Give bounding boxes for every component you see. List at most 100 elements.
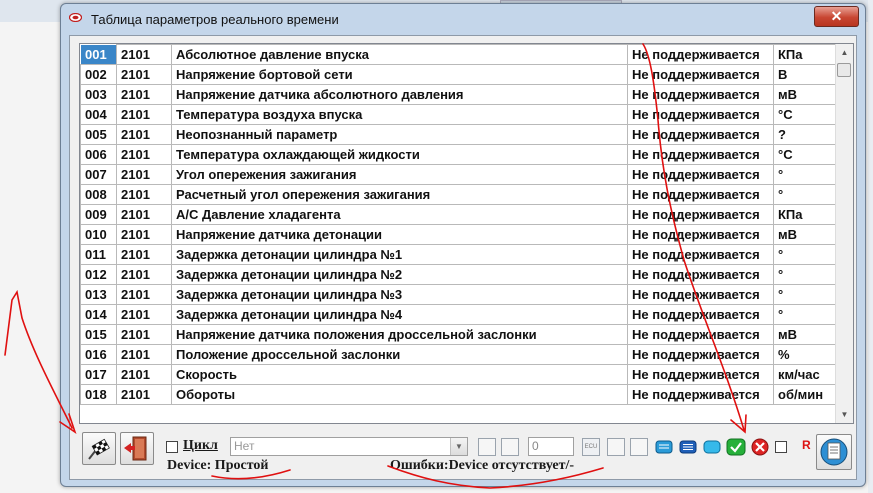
ecu-button[interactable]: ECU <box>582 438 600 456</box>
row-number[interactable]: 009 <box>80 204 117 225</box>
row-unit[interactable]: % <box>773 344 838 365</box>
table-row[interactable]: 006 2101 Температура охлаждающей жидкости Н… <box>80 144 838 165</box>
row-number[interactable]: 018 <box>80 384 117 405</box>
row-value[interactable]: Не поддерживается <box>627 364 774 385</box>
table-row[interactable]: 016 2101 Положение дроссельной заслонки Не … <box>80 344 838 365</box>
row-code[interactable]: 2101 <box>116 64 172 85</box>
row-number[interactable]: 015 <box>80 324 117 345</box>
row-number[interactable]: 010 <box>80 224 117 245</box>
table-row[interactable]: 002 2101 Напряжение бортовой сети Не поддер… <box>80 64 838 85</box>
row-code[interactable]: 2101 <box>116 124 172 145</box>
row-code[interactable]: 2101 <box>116 384 172 405</box>
table-row[interactable]: 004 2101 Температура воздуха впуска Не подд… <box>80 104 838 125</box>
vertical-scrollbar[interactable]: ▲ ▼ <box>835 44 853 423</box>
row-number[interactable]: 011 <box>80 244 117 265</box>
row-number[interactable]: 014 <box>80 304 117 325</box>
row-param-name[interactable]: Неопознанный параметр <box>171 124 628 145</box>
row-number[interactable]: 007 <box>80 164 117 185</box>
row-number[interactable]: 005 <box>80 124 117 145</box>
row-param-name[interactable]: Задержка детонации цилиндра №2 <box>171 264 628 285</box>
row-param-name[interactable]: Задержка детонации цилиндра №1 <box>171 244 628 265</box>
row-unit[interactable]: мВ <box>773 324 838 345</box>
row-param-name[interactable]: Температура охлаждающей жидкости <box>171 144 628 165</box>
run-button[interactable] <box>82 432 116 465</box>
toolbar-button-1[interactable] <box>478 438 496 456</box>
row-value[interactable]: Не поддерживается <box>627 384 774 405</box>
row-code[interactable]: 2101 <box>116 144 172 165</box>
cycle-checkbox[interactable] <box>166 441 178 453</box>
row-number[interactable]: 004 <box>80 104 117 125</box>
row-unit[interactable]: мВ <box>773 84 838 105</box>
row-value[interactable]: Не поддерживается <box>627 304 774 325</box>
row-code[interactable]: 2101 <box>116 164 172 185</box>
row-unit[interactable]: °C <box>773 144 838 165</box>
table-row[interactable]: 009 2101 A/C Давление хладагента Не поддерж… <box>80 204 838 225</box>
row-param-name[interactable]: Задержка детонации цилиндра №4 <box>171 304 628 325</box>
table-row[interactable]: 017 2101 Скорость Не поддерживается км/час <box>80 364 838 385</box>
row-param-name[interactable]: Напряжение датчика положения дроссельной… <box>171 324 628 345</box>
row-param-name[interactable]: Задержка детонации цилиндра №3 <box>171 284 628 305</box>
mode-select[interactable]: Нет ▼ <box>230 437 468 456</box>
row-number[interactable]: 001 <box>80 44 117 65</box>
row-param-name[interactable]: Напряжение датчика абсолютного давления <box>171 84 628 105</box>
row-unit[interactable]: В <box>773 64 838 85</box>
row-unit[interactable]: ° <box>773 244 838 265</box>
toolbar-button-3[interactable] <box>607 438 625 456</box>
help-button[interactable] <box>816 434 852 470</box>
row-value[interactable]: Не поддерживается <box>627 264 774 285</box>
row-number[interactable]: 006 <box>80 144 117 165</box>
exit-button[interactable] <box>120 432 154 465</box>
row-number[interactable]: 003 <box>80 84 117 105</box>
row-code[interactable]: 2101 <box>116 104 172 125</box>
panel-cyan-icon[interactable] <box>702 438 722 456</box>
row-value[interactable]: Не поддерживается <box>627 64 774 85</box>
row-value[interactable]: Не поддерживается <box>627 84 774 105</box>
number-field[interactable]: 0 <box>528 437 574 456</box>
row-code[interactable]: 2101 <box>116 224 172 245</box>
row-number[interactable]: 017 <box>80 364 117 385</box>
row-value[interactable]: Не поддерживается <box>627 204 774 225</box>
row-unit[interactable]: об/мин <box>773 384 838 405</box>
table-row[interactable]: 015 2101 Напряжение датчика положения дрос… <box>80 324 838 345</box>
row-value[interactable]: Не поддерживается <box>627 284 774 305</box>
scroll-thumb[interactable] <box>837 63 851 77</box>
close-button[interactable]: ✕ <box>814 6 859 27</box>
row-param-name[interactable]: Угол опережения зажигания <box>171 164 628 185</box>
row-number[interactable]: 012 <box>80 264 117 285</box>
scroll-down-icon[interactable]: ▼ <box>836 406 853 423</box>
row-value[interactable]: Не поддерживается <box>627 104 774 125</box>
row-code[interactable]: 2101 <box>116 44 172 65</box>
params-grid[interactable]: 001 2101 Абсолютное давление впуска Не подд… <box>79 43 854 424</box>
row-param-name[interactable]: Напряжение бортовой сети <box>171 64 628 85</box>
table-row[interactable]: 014 2101 Задержка детонации цилиндра №4 Не … <box>80 304 838 325</box>
row-value[interactable]: Не поддерживается <box>627 184 774 205</box>
row-unit[interactable]: ° <box>773 164 838 185</box>
row-unit[interactable]: КПа <box>773 204 838 225</box>
table-row[interactable]: 011 2101 Задержка детонации цилиндра №1 Не … <box>80 244 838 265</box>
toolbar-button-2[interactable] <box>501 438 519 456</box>
row-unit[interactable]: км/час <box>773 364 838 385</box>
list-blue-icon[interactable] <box>654 438 674 456</box>
table-row[interactable]: 007 2101 Угол опережения зажигания Не подде… <box>80 164 838 185</box>
row-code[interactable]: 2101 <box>116 204 172 225</box>
row-value[interactable]: Не поддерживается <box>627 344 774 365</box>
row-code[interactable]: 2101 <box>116 344 172 365</box>
row-number[interactable]: 013 <box>80 284 117 305</box>
scroll-up-icon[interactable]: ▲ <box>836 44 853 61</box>
row-param-name[interactable]: Напряжение датчика детонации <box>171 224 628 245</box>
row-number[interactable]: 008 <box>80 184 117 205</box>
toolbar-button-4[interactable] <box>630 438 648 456</box>
row-value[interactable]: Не поддерживается <box>627 244 774 265</box>
row-code[interactable]: 2101 <box>116 184 172 205</box>
red-x-icon[interactable] <box>750 438 770 456</box>
row-value[interactable]: Не поддерживается <box>627 324 774 345</box>
row-unit[interactable]: ° <box>773 304 838 325</box>
table-row[interactable]: 018 2101 Обороты Не поддерживается об/мин <box>80 384 838 405</box>
r-checkbox[interactable] <box>775 441 787 453</box>
row-code[interactable]: 2101 <box>116 324 172 345</box>
row-value[interactable]: Не поддерживается <box>627 224 774 245</box>
row-param-name[interactable]: Температура воздуха впуска <box>171 104 628 125</box>
table-row[interactable]: 001 2101 Абсолютное давление впуска Не подд… <box>80 44 838 65</box>
table-row[interactable]: 003 2101 Напряжение датчика абсолютного да… <box>80 84 838 105</box>
chevron-down-icon[interactable]: ▼ <box>450 438 467 455</box>
